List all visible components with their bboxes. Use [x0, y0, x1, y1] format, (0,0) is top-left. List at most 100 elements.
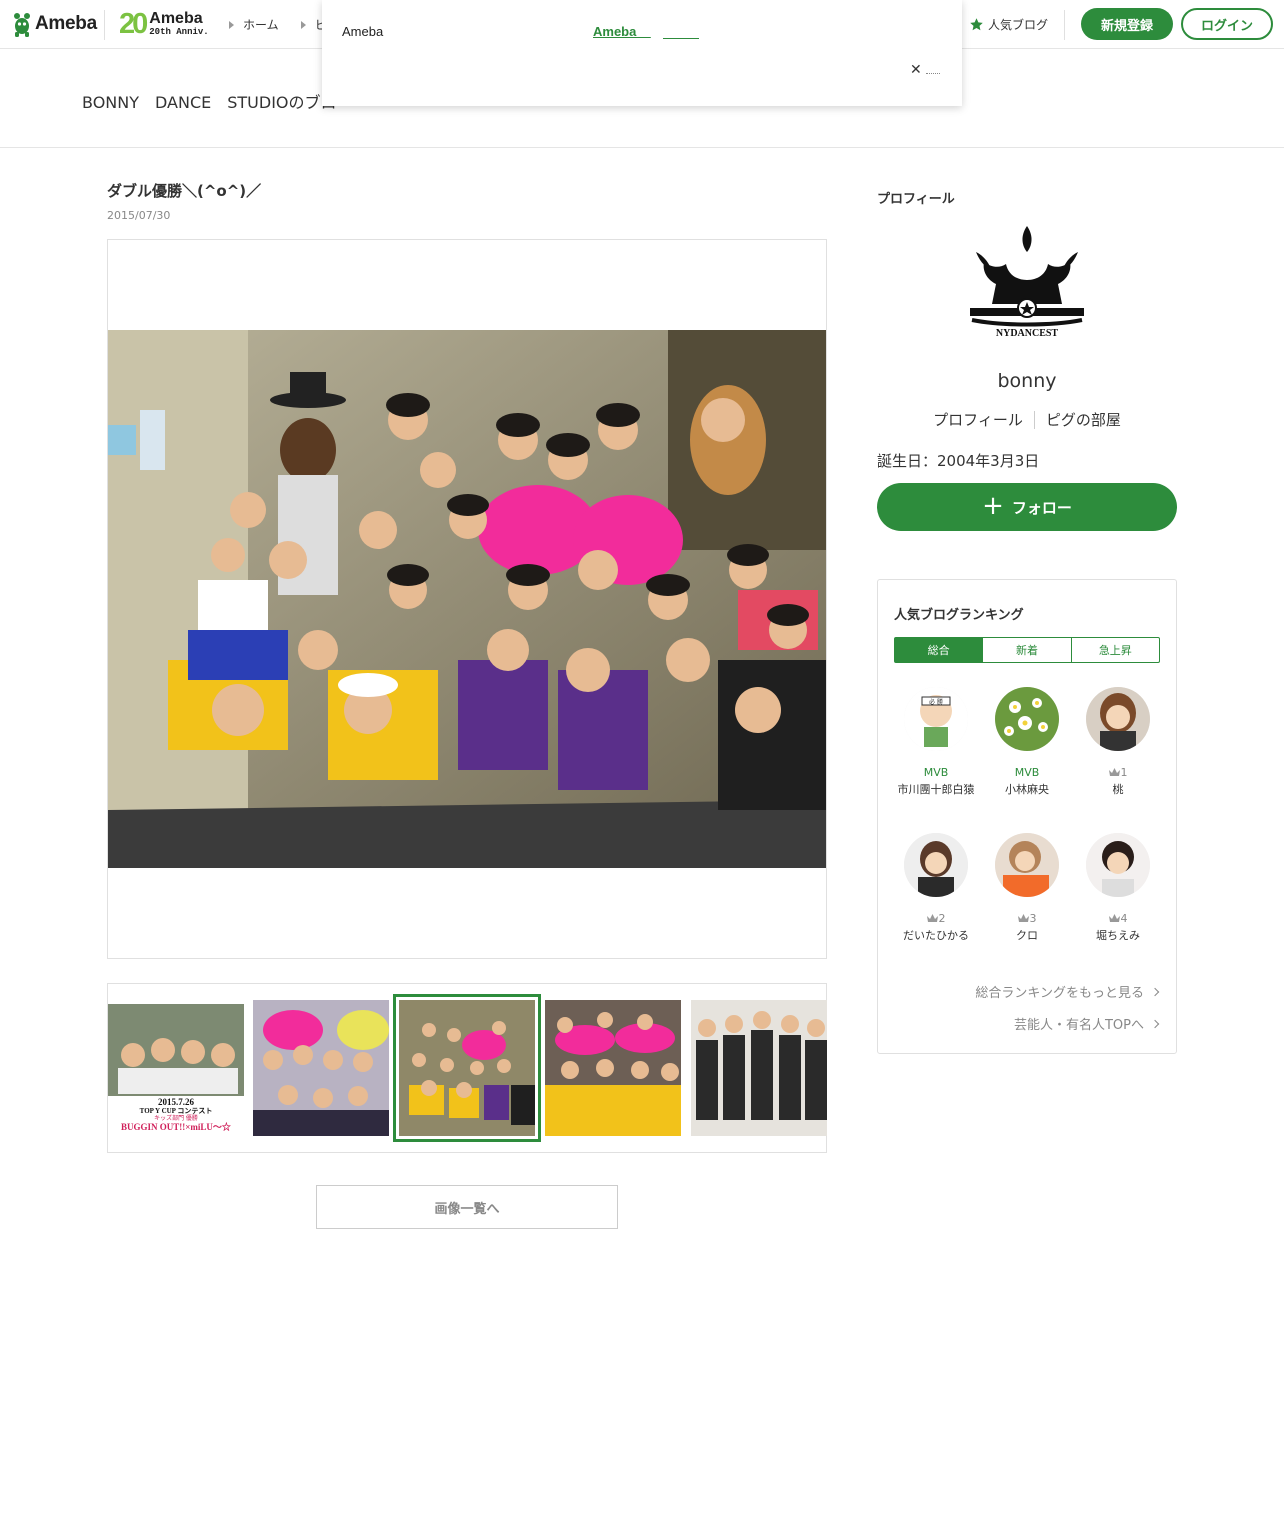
ranking-item[interactable]: 2 だいたひかる	[896, 833, 976, 943]
chevron-right-icon	[1150, 1019, 1160, 1028]
avatar	[995, 687, 1059, 751]
more-overall-ranking-link[interactable]: 総合ランキングをもっと見る	[975, 982, 1160, 1001]
thumbnail-3-image	[399, 1000, 535, 1136]
caret-right-icon	[229, 20, 234, 29]
anniversary-number: 20	[119, 7, 148, 40]
rank-number: 1	[1078, 765, 1158, 779]
main-image-viewer	[107, 239, 827, 959]
follow-button[interactable]: + フォロー	[877, 483, 1177, 531]
ranking-item[interactable]: 4 堀ちえみ	[1078, 833, 1158, 943]
popup-link-secondary[interactable]	[663, 24, 699, 39]
celebrity-top-link[interactable]: 芸能人・有名人TOPへ	[1013, 1014, 1160, 1033]
rank-number: 4	[1078, 911, 1158, 925]
avatar	[904, 833, 968, 897]
thumbnail-2[interactable]	[253, 1000, 389, 1136]
thumbnail-5-image	[691, 1000, 827, 1136]
plus-icon: +	[982, 490, 1004, 521]
popular-blog-link[interactable]: 人気ブログ	[969, 16, 1048, 33]
avatar	[1086, 833, 1150, 897]
rank-number-value: 3	[1029, 911, 1037, 925]
profile-birthday: 誕生日：2004年3月3日	[877, 452, 1040, 470]
ranking-blog-name: クロ	[1016, 929, 1038, 942]
anniversary-title: Ameba	[149, 10, 203, 27]
caret-right-icon	[301, 20, 306, 29]
ranking-blog-name: 小林麻央	[1005, 783, 1049, 796]
rank-number-value: 2	[938, 911, 946, 925]
pig-room-link[interactable]: ピグの部屋	[1046, 409, 1121, 430]
thumbnail-caption-team: BUGGIN OUT!!×miLU～☆	[121, 1122, 231, 1132]
avatar	[995, 833, 1059, 897]
popup-close-button[interactable]: ✕	[910, 62, 940, 78]
ranking-blog-name: だいたひかる	[903, 929, 969, 942]
crown-logo-icon: NYDANCEST	[970, 226, 1084, 339]
rank-number-value: 1	[1120, 765, 1128, 779]
thumbnail-4[interactable]	[545, 1000, 681, 1136]
popup-link[interactable]: Ameba	[593, 24, 651, 39]
article-date: 2015/07/30	[107, 209, 171, 222]
header-divider	[104, 10, 105, 40]
rank-number: 2	[896, 911, 976, 925]
profile-heading: プロフィール	[877, 192, 955, 207]
article-title: ダブル優勝＼(^o^)／	[107, 182, 262, 200]
anniversary-text: Ameba 20th Anniv.	[149, 11, 208, 37]
more-overall-ranking-label: 総合ランキングをもっと見る	[975, 986, 1144, 1001]
ranking-title: 人気ブログランキング	[894, 608, 1024, 623]
crown-icon	[1108, 768, 1120, 776]
follow-button-label: フォロー	[1011, 498, 1072, 517]
group-photo-image	[108, 330, 826, 868]
main-photo[interactable]	[108, 330, 826, 868]
popup-brand: Ameba	[342, 24, 384, 39]
thumbnail-3-selected[interactable]	[393, 994, 541, 1142]
nav-home-link[interactable]: ホーム	[229, 16, 279, 33]
crown-icon	[926, 914, 938, 922]
image-list-button[interactable]: 画像一覧へ	[316, 1185, 618, 1229]
rank-number: 3	[987, 911, 1067, 925]
anniversary-logo[interactable]: 20 Ameba 20th Anniv.	[119, 8, 209, 40]
ranking-item[interactable]: MVB 小林麻央	[987, 687, 1067, 797]
mvb-badge: MVB	[1014, 765, 1040, 779]
thumbnail-4-image	[545, 1000, 681, 1136]
header-divider	[1064, 10, 1065, 40]
thumbnail-5[interactable]	[691, 1000, 827, 1136]
crown-logo-text: NYDANCEST	[996, 328, 1059, 339]
thumbnail-1[interactable]: 2015.7.26 TOP Y CUP コンテスト キッズ部門 優勝 BUGGI…	[108, 1000, 244, 1136]
ranking-item[interactable]: 3 クロ	[987, 833, 1067, 943]
tab-rising[interactable]: 急上昇	[1070, 638, 1159, 662]
profile-avatar[interactable]: NYDANCEST	[962, 222, 1092, 342]
avatar: 必 勝	[904, 687, 968, 751]
ranking-blog-name: 桃	[1112, 783, 1124, 796]
celebrity-top-label: 芸能人・有名人TOPへ	[1013, 1018, 1144, 1033]
popular-blog-label: 人気ブログ	[988, 18, 1049, 32]
ameba-logo-text: Ameba	[35, 13, 97, 34]
profile-links: プロフィール ピグの部屋	[877, 409, 1177, 430]
rank-number-value: 4	[1120, 911, 1128, 925]
anniversary-sub: 20th Anniv.	[149, 27, 209, 37]
ameba-logo[interactable]: Ameba	[12, 10, 97, 38]
blog-title[interactable]: BONNY DANCE STUDIOのブロ	[82, 89, 337, 113]
crown-icon	[1108, 914, 1120, 922]
ranking-item[interactable]: 1 桃	[1078, 687, 1158, 797]
tab-new[interactable]: 新着	[982, 638, 1070, 662]
register-button[interactable]: 新規登録	[1081, 8, 1173, 40]
chevron-right-icon	[1150, 987, 1160, 996]
crown-icon	[1017, 914, 1029, 922]
profile-link[interactable]: プロフィール	[933, 409, 1023, 430]
thumbnail-caption-event: TOP Y CUP コンテスト	[139, 1107, 213, 1115]
ranking-blog-name: 堀ちえみ	[1096, 929, 1140, 942]
notice-popup: Ameba Ameba ✕	[322, 0, 962, 106]
ameba-mascot-icon	[14, 13, 30, 37]
thumbnail-2-image	[253, 1000, 389, 1136]
thumbnail-strip: 2015.7.26 TOP Y CUP コンテスト キッズ部門 優勝 BUGGI…	[107, 983, 827, 1153]
nav-home-label: ホーム	[243, 18, 279, 32]
profile-name: bonny	[997, 370, 1057, 392]
star-icon	[970, 18, 983, 31]
popup-close-label	[925, 66, 940, 74]
tab-overall[interactable]: 総合	[895, 638, 983, 662]
svg-text:必 勝: 必 勝	[929, 698, 943, 706]
ranking-tabs: 総合 新着 急上昇	[894, 637, 1160, 663]
ranking-item[interactable]: 必 勝 MVB 市川團十郎白猿	[896, 687, 976, 797]
login-button[interactable]: ログイン	[1181, 8, 1273, 40]
mvb-badge: MVB	[923, 765, 949, 779]
ranking-blog-name: 市川團十郎白猿	[897, 783, 975, 796]
ranking-box: 人気ブログランキング 総合 新着 急上昇 必 勝 MVB 市川團十郎白猿 MVB…	[877, 579, 1177, 1054]
